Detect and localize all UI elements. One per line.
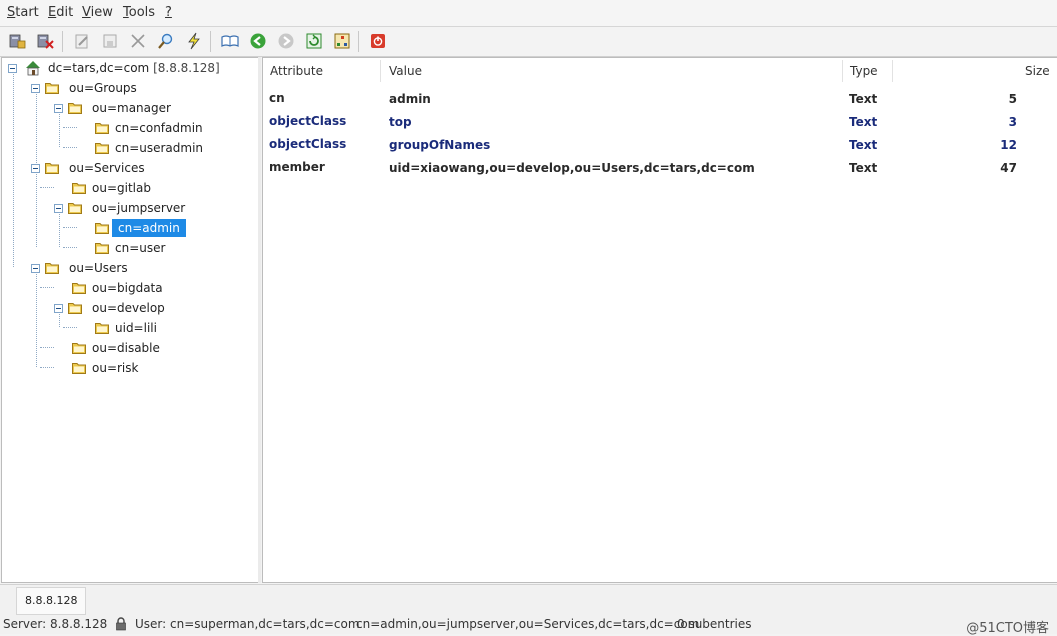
cell-value: groupOfNames (389, 138, 491, 152)
toolbar-separator (62, 31, 63, 52)
schema-icon[interactable] (333, 32, 351, 50)
attributes-table: Attribute Value Type Size cn admin Text … (262, 57, 1057, 583)
collapse-toggle[interactable] (54, 204, 63, 213)
folder-icon (68, 102, 82, 114)
tree-connector (36, 274, 37, 367)
refresh-icon[interactable] (305, 32, 323, 50)
search-icon[interactable] (157, 32, 175, 50)
delete-icon[interactable] (129, 32, 147, 50)
lightning-icon[interactable] (185, 32, 203, 50)
cell-size: 47 (1000, 161, 1017, 175)
folder-icon (45, 162, 59, 174)
toolbar (0, 27, 1057, 57)
lock-icon (114, 617, 128, 631)
toolbar-separator (358, 31, 359, 52)
folder-icon (72, 342, 86, 354)
status-bar: Server: 8.8.8.128 User: cn=superman,dc=t… (0, 615, 1057, 636)
status-dn: cn=admin,ou=jumpserver,ou=Services,dc=ta… (356, 617, 700, 631)
folder-icon (95, 242, 109, 254)
tree-connector (13, 74, 14, 267)
menu-bar: Start Edit View Tools ? (0, 0, 1057, 27)
tree-connector (40, 187, 54, 188)
collapse-toggle[interactable] (54, 304, 63, 313)
cell-attribute: cn (269, 91, 285, 105)
status-subentries: 0 subentries (677, 617, 752, 631)
menu-edit[interactable]: Edit (48, 5, 73, 20)
folder-icon (68, 302, 82, 314)
tree-connector (63, 327, 77, 328)
tree-connector (59, 214, 60, 247)
pane-splitter[interactable] (258, 57, 261, 583)
cell-attribute: member (269, 160, 325, 174)
cell-size: 3 (1008, 115, 1017, 129)
cell-type: Text (849, 115, 878, 129)
collapse-toggle[interactable] (31, 164, 40, 173)
folder-icon (95, 142, 109, 154)
collapse-toggle[interactable] (31, 84, 40, 93)
header-type[interactable]: Type (850, 64, 878, 78)
header-divider[interactable] (380, 60, 381, 82)
tree-connector (63, 227, 77, 228)
cell-size: 12 (1000, 138, 1017, 152)
folder-icon (45, 262, 59, 274)
folder-icon (72, 182, 86, 194)
folder-icon (68, 202, 82, 214)
cell-type: Text (849, 161, 878, 175)
collapse-toggle[interactable] (54, 104, 63, 113)
menu-view[interactable]: View (82, 5, 113, 20)
menu-help[interactable]: ? (165, 5, 172, 20)
exit-icon[interactable] (369, 32, 387, 50)
cell-size: 5 (1008, 92, 1017, 106)
menu-tools[interactable]: Tools (123, 5, 155, 20)
header-divider[interactable] (842, 60, 843, 82)
tree-connector (36, 174, 37, 247)
folder-icon (72, 282, 86, 294)
tree-connector (63, 247, 77, 248)
tree-connector (36, 94, 37, 167)
disconnect-icon[interactable] (36, 32, 54, 50)
tree-connector (40, 287, 54, 288)
folder-icon (95, 322, 109, 334)
folder-icon (95, 122, 109, 134)
cell-value: top (389, 115, 412, 129)
back-icon[interactable] (249, 32, 267, 50)
book-icon[interactable] (221, 32, 239, 50)
cell-attribute: objectClass (269, 114, 347, 128)
toolbar-separator (210, 31, 211, 52)
save-icon[interactable] (101, 32, 119, 50)
status-user: User: cn=superman,dc=tars,dc=com (135, 617, 360, 631)
watermark: @51CTO博客 (966, 621, 1049, 636)
status-server: Server: 8.8.8.128 (3, 617, 108, 631)
cell-attribute: objectClass (269, 137, 347, 151)
header-value[interactable]: Value (389, 64, 422, 78)
cell-type: Text (849, 92, 878, 106)
collapse-toggle[interactable] (8, 64, 17, 73)
directory-tree[interactable]: dc=tars,dc=com [8.8.8.128] ou=Groups ou=… (1, 57, 259, 583)
server-tab[interactable]: 8.8.8.128 (16, 587, 87, 615)
connect-icon[interactable] (8, 32, 26, 50)
tree-root-label: dc=tars,dc=com (48, 61, 150, 75)
folder-icon (72, 362, 86, 374)
folder-icon (45, 82, 59, 94)
tree-connector (59, 114, 60, 147)
tree-connector (63, 147, 77, 148)
tree-root-server: [8.8.8.128] (153, 61, 220, 75)
folder-icon (95, 222, 109, 234)
edit-icon[interactable] (73, 32, 91, 50)
cell-value: admin (389, 92, 431, 106)
forward-icon[interactable] (277, 32, 295, 50)
tree-connector (59, 314, 60, 327)
tree-connector (63, 127, 77, 128)
header-size[interactable]: Size (1025, 64, 1050, 78)
cell-value: uid=xiaowang,ou=develop,ou=Users,dc=tars… (389, 161, 755, 175)
server-house-icon (25, 60, 41, 76)
tree-connector (40, 347, 54, 348)
tree-connector (40, 367, 54, 368)
header-attribute[interactable]: Attribute (270, 64, 323, 78)
header-divider[interactable] (892, 60, 893, 82)
menu-start[interactable]: Start (7, 5, 39, 20)
collapse-toggle[interactable] (31, 264, 40, 273)
server-tabs-bar: 8.8.8.128 (0, 584, 1057, 615)
cell-type: Text (849, 138, 878, 152)
